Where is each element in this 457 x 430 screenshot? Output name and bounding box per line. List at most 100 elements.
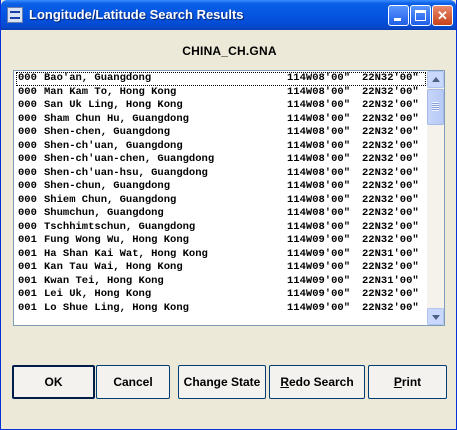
result-code: 001	[18, 288, 37, 300]
change-state-button[interactable]: Change State	[178, 365, 266, 399]
list-item[interactable]: 000 Shen-chun, Guangdong 114W08'00" 22N32'0…	[16, 180, 426, 194]
result-latitude: 22N32'00"	[362, 126, 419, 138]
title-bar[interactable]: Longitude/Latitude Search Results ✕	[1, 0, 456, 30]
results-rows: 000 Bao'an, Guangdong 114W08'00" 22N32'00" 0…	[16, 72, 426, 315]
ok-label: OK	[44, 375, 63, 389]
result-code: 001	[18, 301, 37, 314]
list-item[interactable]: 000 Shiem Chun, Guangdong 114W08'00" 22N32'…	[16, 194, 426, 208]
scroll-up-button[interactable]	[427, 71, 444, 88]
result-latitude: 22N32'00"	[362, 288, 419, 300]
close-icon: ✕	[437, 8, 448, 23]
result-name: Lo Shue Ling, Hong Kong	[44, 301, 189, 314]
result-name: Ha Shan Kai Wat, Hong Kong	[44, 247, 208, 260]
result-name: Kan Tau Wai, Hong Kong	[44, 261, 183, 273]
result-name: Tschhimtschun, Guangdong	[44, 220, 196, 233]
result-name: Bao'an, Guangdong	[44, 72, 152, 84]
result-code: 000	[18, 139, 37, 152]
result-longitude: 114W08'00"	[287, 153, 351, 165]
result-code: 000	[18, 126, 37, 138]
result-longitude: 114W09'00"	[287, 301, 351, 314]
list-item[interactable]: 000 Shen-ch'uan-chen, Guangdong 114W08'00"…	[16, 153, 426, 167]
list-item[interactable]: 000 Shen-ch'uan-hsu, Guangdong 114W08'00" 2…	[16, 167, 426, 181]
scroll-down-button[interactable]	[427, 308, 444, 325]
print-button[interactable]: Print	[368, 365, 447, 399]
result-name: Shen-ch'uan-hsu, Guangdong	[44, 166, 208, 179]
cancel-button[interactable]: Cancel	[96, 365, 170, 399]
result-code: 000	[18, 207, 37, 219]
arrow-down-icon	[432, 315, 440, 320]
list-item[interactable]: 001 Kwan Tei, Hong Kong 114W09'00" 22N31'00…	[16, 275, 426, 289]
result-longitude: 114W08'00"	[287, 220, 351, 233]
vertical-scrollbar[interactable]	[427, 71, 444, 325]
result-latitude: 22N32'00"	[362, 261, 419, 273]
print-label: rint	[401, 375, 422, 389]
app-icon	[7, 7, 23, 23]
button-bar: OK Cancel Change State Redo Search Print	[12, 365, 447, 399]
result-code: 000	[18, 153, 37, 165]
list-item[interactable]: 000 Shumchun, Guangdong 114W08'00" 22N32'00…	[16, 207, 426, 221]
maximize-button[interactable]	[410, 5, 431, 26]
result-latitude: 22N32'00"	[362, 301, 419, 314]
result-latitude: 22N32'00"	[362, 153, 419, 165]
result-longitude: 114W08'00"	[287, 207, 351, 219]
result-code: 001	[18, 261, 37, 273]
result-longitude: 114W09'00"	[287, 247, 351, 260]
result-code: 000	[18, 193, 37, 206]
result-longitude: 114W08'00"	[287, 139, 351, 152]
result-code: 000	[18, 112, 37, 125]
redo-search-button[interactable]: Redo Search	[269, 365, 365, 399]
result-longitude: 114W08'00"	[287, 99, 351, 111]
result-name: San Uk Ling, Hong Kong	[44, 99, 183, 111]
result-name: Shiem Chun, Guangdong	[44, 193, 177, 206]
list-item[interactable]: 000 Shen-chen, Guangdong 114W08'00" 22N32'0…	[16, 126, 426, 140]
list-item[interactable]: 001 Lo Shue Ling, Hong Kong 114W09'00" 22N3…	[16, 302, 426, 316]
result-name: Shumchun, Guangdong	[44, 207, 164, 219]
result-longitude: 114W08'00"	[287, 85, 351, 98]
list-item[interactable]: 001 Kan Tau Wai, Hong Kong 114W09'00" 22N32…	[16, 261, 426, 275]
redo-mnemonic: R	[280, 375, 289, 389]
result-latitude: 22N32'00"	[362, 139, 419, 152]
result-longitude: 114W08'00"	[287, 193, 351, 206]
result-longitude: 114W08'00"	[287, 72, 351, 84]
window-title: Longitude/Latitude Search Results	[29, 7, 244, 22]
result-code: 000	[18, 72, 37, 84]
result-name: Shen-chen, Guangdong	[44, 126, 171, 138]
result-latitude: 22N32'00"	[362, 112, 419, 125]
list-item[interactable]: 001 Ha Shan Kai Wat, Hong Kong 114W09'00" 2…	[16, 248, 426, 262]
result-longitude: 114W09'00"	[287, 288, 351, 300]
minimize-button[interactable]	[388, 5, 409, 26]
result-name: Sham Chun Hu, Guangdong	[44, 112, 189, 125]
result-name: Shen-ch'uan-chen, Guangdong	[44, 153, 215, 165]
list-item[interactable]: 001 Fung Wong Wu, Hong Kong 114W09'00" 22N3…	[16, 234, 426, 248]
list-item[interactable]: 000 San Uk Ling, Hong Kong 114W08'00" 22N32…	[16, 99, 426, 113]
list-item[interactable]: 001 Lei Uk, Hong Kong 114W09'00" 22N32'00"	[16, 288, 426, 302]
result-code: 000	[18, 220, 37, 233]
arrow-up-icon	[432, 77, 440, 82]
search-results-window: Longitude/Latitude Search Results ✕ CHIN…	[0, 0, 457, 430]
result-name: Fung Wong Wu, Hong Kong	[44, 234, 189, 246]
result-code: 000	[18, 166, 37, 179]
list-item[interactable]: 000 Man Kam To, Hong Kong 114W08'00" 22N32'…	[16, 86, 426, 100]
result-code: 001	[18, 247, 37, 260]
ok-button[interactable]: OK	[12, 365, 95, 399]
result-name: Shen-chun, Guangdong	[44, 180, 171, 192]
result-latitude: 22N31'00"	[362, 274, 419, 287]
close-button[interactable]: ✕	[432, 5, 453, 26]
file-name-heading: CHINA_CH.GNA	[182, 44, 277, 58]
list-item[interactable]: 000 Bao'an, Guangdong 114W08'00" 22N32'00"	[16, 72, 426, 86]
result-code: 000	[18, 180, 37, 192]
result-longitude: 114W09'00"	[287, 234, 351, 246]
result-latitude: 22N32'00"	[362, 193, 419, 206]
print-mnemonic: P	[393, 375, 402, 389]
result-name: Man Kam To, Hong Kong	[44, 85, 177, 98]
minimize-icon	[394, 18, 401, 21]
list-item[interactable]: 000 Sham Chun Hu, Guangdong 114W08'00" 22N3…	[16, 113, 426, 127]
list-item[interactable]: 000 Shen-ch'uan, Guangdong 114W08'00" 22N32…	[16, 140, 426, 154]
result-code: 000	[18, 85, 37, 98]
result-name: Lei Uk, Hong Kong	[44, 288, 152, 300]
results-list[interactable]: 000 Bao'an, Guangdong 114W08'00" 22N32'00" 0…	[13, 70, 445, 326]
scroll-thumb[interactable]	[427, 89, 444, 125]
result-latitude: 22N32'00"	[362, 72, 419, 84]
list-item[interactable]: 000 Tschhimtschun, Guangdong 114W08'00" 22N…	[16, 221, 426, 235]
result-code: 001	[18, 234, 37, 246]
